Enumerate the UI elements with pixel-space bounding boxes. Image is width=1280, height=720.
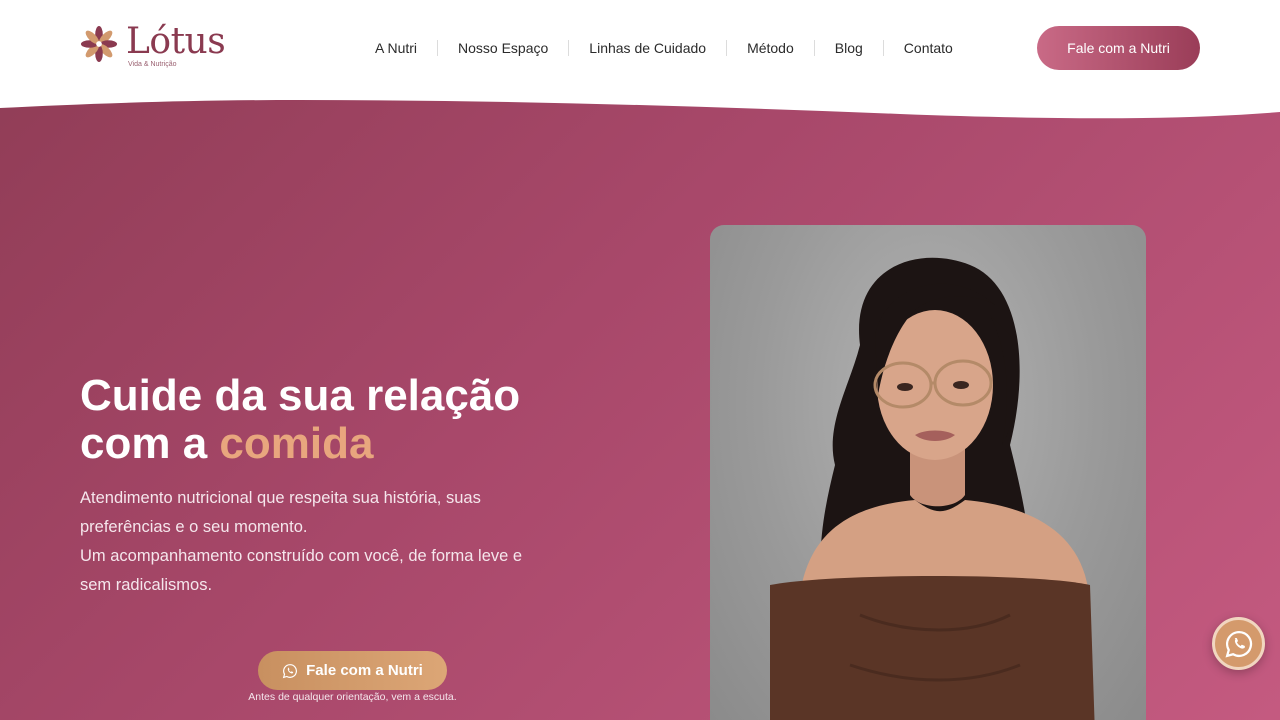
brand-tagline: Vida & Nutrição xyxy=(128,61,177,68)
hero-title-line1: Cuide da sua relação xyxy=(80,371,521,420)
nav-item-a-nutri[interactable]: A Nutri xyxy=(355,38,437,58)
site-header: Lótus Vida & Nutrição A Nutri Nosso Espa… xyxy=(0,0,1280,100)
portrait-illustration xyxy=(770,257,1095,720)
hero-title-line2-prefix: com a xyxy=(80,419,220,468)
nav-item-blog[interactable]: Blog xyxy=(815,38,883,58)
whatsapp-icon xyxy=(282,663,298,678)
nav-item-linhas-de-cuidado[interactable]: Linhas de Cuidado xyxy=(569,38,726,58)
header-contact-button[interactable]: Fale com a Nutri xyxy=(1037,26,1200,70)
hero-title-accent: comida xyxy=(219,419,374,468)
hero-contact-button[interactable]: Fale com a Nutri xyxy=(258,651,447,690)
whatsapp-icon xyxy=(1225,630,1252,657)
hero-cta-note: Antes de qualquer orientação, vem a escu… xyxy=(248,691,457,703)
nav-item-nosso-espaco[interactable]: Nosso Espaço xyxy=(438,38,568,58)
main-nav: A Nutri Nosso Espaço Linhas de Cuidado M… xyxy=(355,38,973,58)
nutritionist-photo xyxy=(710,225,1146,720)
nav-item-metodo[interactable]: Método xyxy=(727,38,814,58)
lotus-flower-icon xyxy=(80,25,118,63)
hero-description: Atendimento nutricional que respeita sua… xyxy=(80,484,550,600)
floating-whatsapp-button[interactable] xyxy=(1212,617,1265,670)
hero-contact-button-label: Fale com a Nutri xyxy=(306,662,423,679)
hero-title: Cuide da sua relação com a comida xyxy=(80,372,600,468)
nav-item-contato[interactable]: Contato xyxy=(884,38,973,58)
brand-name: Lótus xyxy=(126,21,226,62)
hero-description-2: Um acompanhamento construído com você, d… xyxy=(80,547,523,594)
hero-description-1: Atendimento nutricional que respeita sua… xyxy=(80,489,481,536)
brand-logo[interactable]: Lótus Vida & Nutrição xyxy=(80,21,226,68)
